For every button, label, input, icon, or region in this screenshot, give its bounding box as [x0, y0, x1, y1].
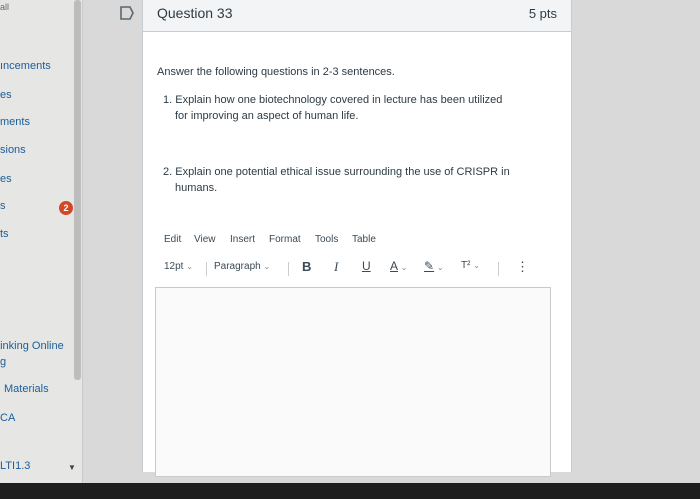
block-format-value: Paragraph — [214, 261, 261, 272]
nav-item-quizzes[interactable]: ts — [0, 228, 9, 240]
menu-view[interactable]: View — [194, 234, 216, 245]
nav-item-thinking-online[interactable]: ainking Online — [0, 340, 64, 352]
bold-button[interactable]: B — [302, 259, 311, 274]
superscript-glyph: T² — [461, 260, 471, 271]
menu-tools[interactable]: Tools — [315, 234, 338, 245]
chevron-down-icon: ⌄ — [436, 263, 444, 272]
chevron-down-icon: ⌄ — [263, 262, 271, 271]
highlight-pen-icon: ✎ — [424, 259, 435, 273]
superscript-button[interactable]: T² ⌄ — [461, 260, 480, 271]
nav-item-assignments[interactable]: ments — [0, 116, 30, 128]
nav-item-ca[interactable]: CA — [0, 412, 15, 424]
underline-button[interactable]: U — [362, 259, 371, 273]
nav-item-announcements[interactable]: ıncements — [0, 60, 51, 72]
nav-item-lti[interactable]: LTI1.3 — [0, 460, 30, 472]
font-size-value: 12pt — [164, 261, 184, 272]
toolbar-divider — [206, 262, 207, 276]
text-color-button[interactable]: A ⌄ — [390, 259, 408, 273]
chevron-down-icon: ⌄ — [186, 262, 193, 271]
nav-item-modules[interactable]: es — [0, 89, 12, 101]
menu-edit[interactable]: Edit — [164, 234, 181, 245]
scroll-down-icon[interactable]: ▼ — [68, 463, 76, 472]
notification-badge: 2 — [59, 201, 73, 215]
text-color-glyph: A — [390, 259, 399, 273]
menu-insert[interactable]: Insert — [230, 234, 255, 245]
font-size-select[interactable]: 12pt ⌄ — [164, 261, 193, 272]
toolbar-divider — [288, 262, 289, 276]
menu-table[interactable]: Table — [352, 234, 376, 245]
nav-item-materials[interactable]: Materials — [4, 383, 49, 395]
menu-format[interactable]: Format — [269, 234, 301, 245]
question-instruction: Answer the following questions in 2-3 se… — [157, 66, 395, 78]
chevron-down-icon: ⌄ — [473, 261, 480, 270]
highlight-button[interactable]: ✎ ⌄ — [424, 259, 444, 273]
nav-scrollbar[interactable] — [74, 0, 81, 380]
nav-item-grades[interactable]: es — [0, 173, 12, 185]
toolbar-divider — [498, 262, 499, 276]
course-navigation: all ıncements es ments sions es s 2 ts a… — [0, 0, 83, 499]
bottom-bar — [0, 483, 700, 499]
italic-button[interactable]: I — [334, 259, 338, 275]
question-2-line-1: 2. Explain one potential ethical issue s… — [163, 166, 510, 178]
question-1-line-2: for improving an aspect of human life. — [175, 110, 359, 122]
nav-item-discussions[interactable]: sions — [0, 144, 26, 156]
flag-question-icon[interactable] — [118, 4, 136, 22]
question-header: Question 33 5 pts — [142, 0, 572, 32]
nav-item-s[interactable]: s — [0, 200, 6, 212]
nav-item-g[interactable]: g — [0, 356, 6, 368]
answer-editor[interactable] — [155, 287, 551, 477]
question-title: Question 33 — [157, 5, 233, 21]
question-points: 5 pts — [528, 6, 557, 21]
block-format-select[interactable]: Paragraph ⌄ — [214, 261, 270, 272]
status-glyph: all — [0, 2, 10, 12]
chevron-down-icon: ⌄ — [400, 263, 408, 272]
more-options-button[interactable]: ⋮ — [516, 259, 529, 275]
question-2-line-2: humans. — [175, 182, 218, 194]
question-1-line-1: 1. Explain how one biotechnology covered… — [163, 94, 503, 106]
